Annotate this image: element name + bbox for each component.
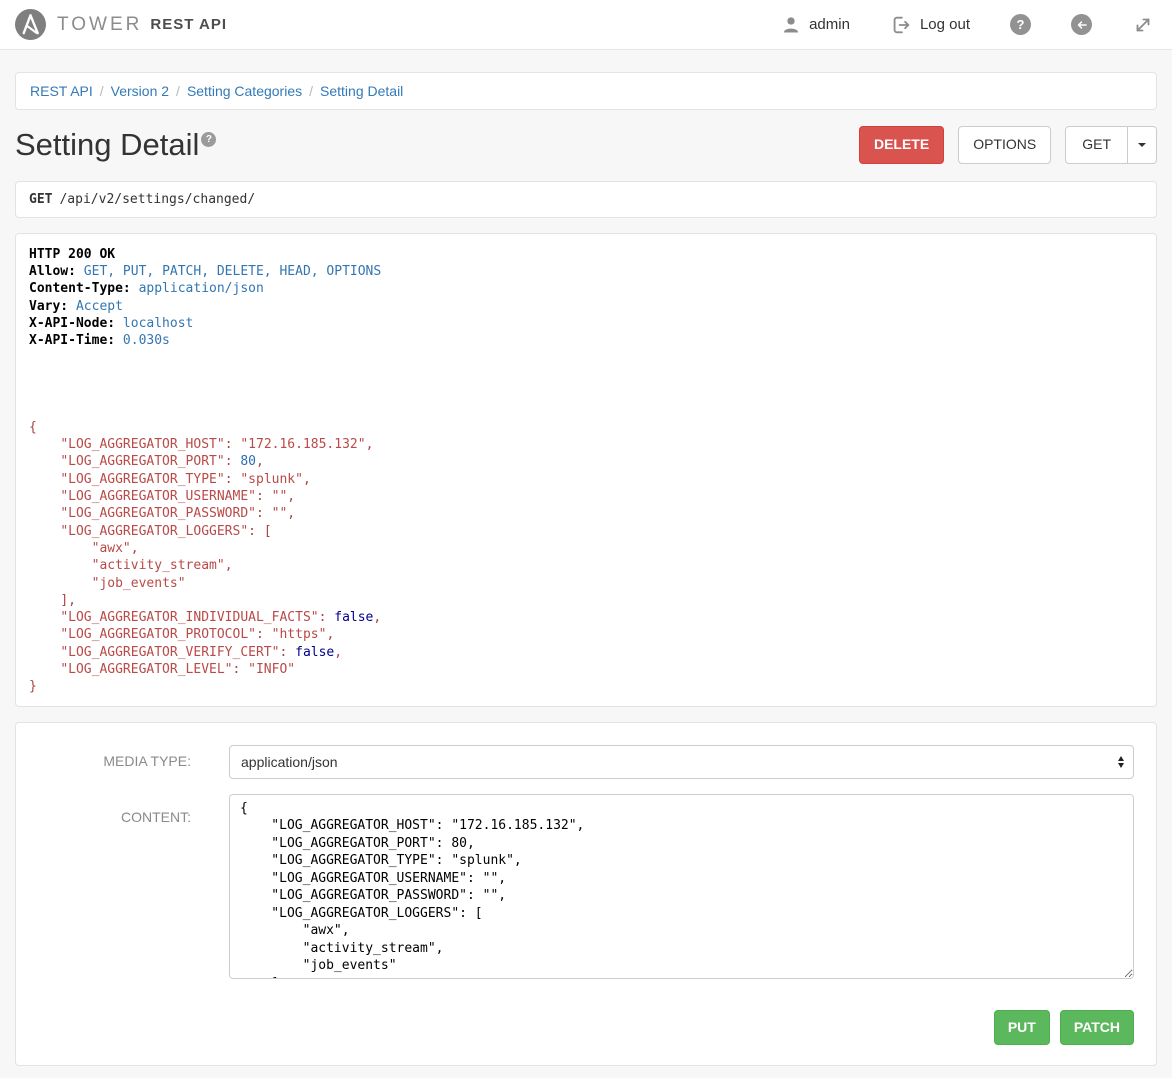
request-line: GET/api/v2/settings/changed/ — [15, 181, 1157, 218]
title-help-icon[interactable]: ? — [201, 132, 216, 147]
username-label: admin — [809, 16, 850, 33]
delete-button[interactable]: DELETE — [859, 126, 944, 164]
patch-button[interactable]: PATCH — [1060, 1010, 1134, 1046]
brand-tower-label: TOWER — [57, 14, 142, 36]
breadcrumb-separator: / — [302, 83, 320, 99]
put-button[interactable]: PUT — [994, 1010, 1050, 1046]
top-navbar: TOWER REST API admin Log out ? — [0, 0, 1172, 50]
response-body: HTTP 200 OK Allow: GET, PUT, PATCH, DELE… — [29, 246, 1143, 696]
user-icon — [781, 15, 801, 35]
expand-icon[interactable] — [1132, 14, 1154, 36]
response-panel: HTTP 200 OK Allow: GET, PUT, PATCH, DELE… — [15, 233, 1157, 707]
brand-restapi-label: REST API — [150, 16, 227, 33]
content-textarea[interactable]: { "LOG_AGGREGATOR_HOST": "172.16.185.132… — [229, 794, 1134, 979]
get-button[interactable]: GET — [1065, 126, 1128, 164]
user-menu[interactable]: admin — [781, 15, 850, 35]
options-button[interactable]: OPTIONS — [958, 126, 1051, 164]
page-title: Setting Detail? — [15, 128, 214, 162]
request-path: /api/v2/settings/changed/ — [59, 192, 255, 207]
breadcrumb-setting-detail[interactable]: Setting Detail — [320, 83, 403, 99]
logout-icon — [890, 14, 912, 36]
get-dropdown-button[interactable] — [1127, 126, 1157, 164]
breadcrumb-separator: / — [169, 83, 187, 99]
chevron-down-icon — [1138, 143, 1146, 147]
back-icon[interactable] — [1071, 14, 1092, 35]
brand[interactable]: TOWER REST API — [15, 9, 227, 40]
breadcrumb-version-2[interactable]: Version 2 — [111, 83, 169, 99]
request-method: GET — [29, 192, 52, 207]
breadcrumb-setting-categories[interactable]: Setting Categories — [187, 83, 302, 99]
help-icon[interactable]: ? — [1010, 14, 1031, 35]
get-button-group: GET — [1065, 126, 1157, 164]
breadcrumb-separator: / — [93, 83, 111, 99]
tower-logo-icon — [15, 9, 46, 40]
media-type-label: MEDIA TYPE: — [16, 745, 229, 779]
logout-label: Log out — [920, 16, 970, 33]
back-arrow-glyph — [1076, 19, 1088, 31]
breadcrumb-rest-api[interactable]: REST API — [30, 83, 93, 99]
media-type-select[interactable]: application/json — [229, 745, 1134, 779]
content-label: CONTENT: — [16, 794, 229, 984]
logout-button[interactable]: Log out — [890, 14, 970, 36]
content-form: MEDIA TYPE: application/json CONTENT: { … — [15, 722, 1157, 1067]
breadcrumb: REST API/Version 2/Setting Categories/Se… — [15, 72, 1157, 110]
